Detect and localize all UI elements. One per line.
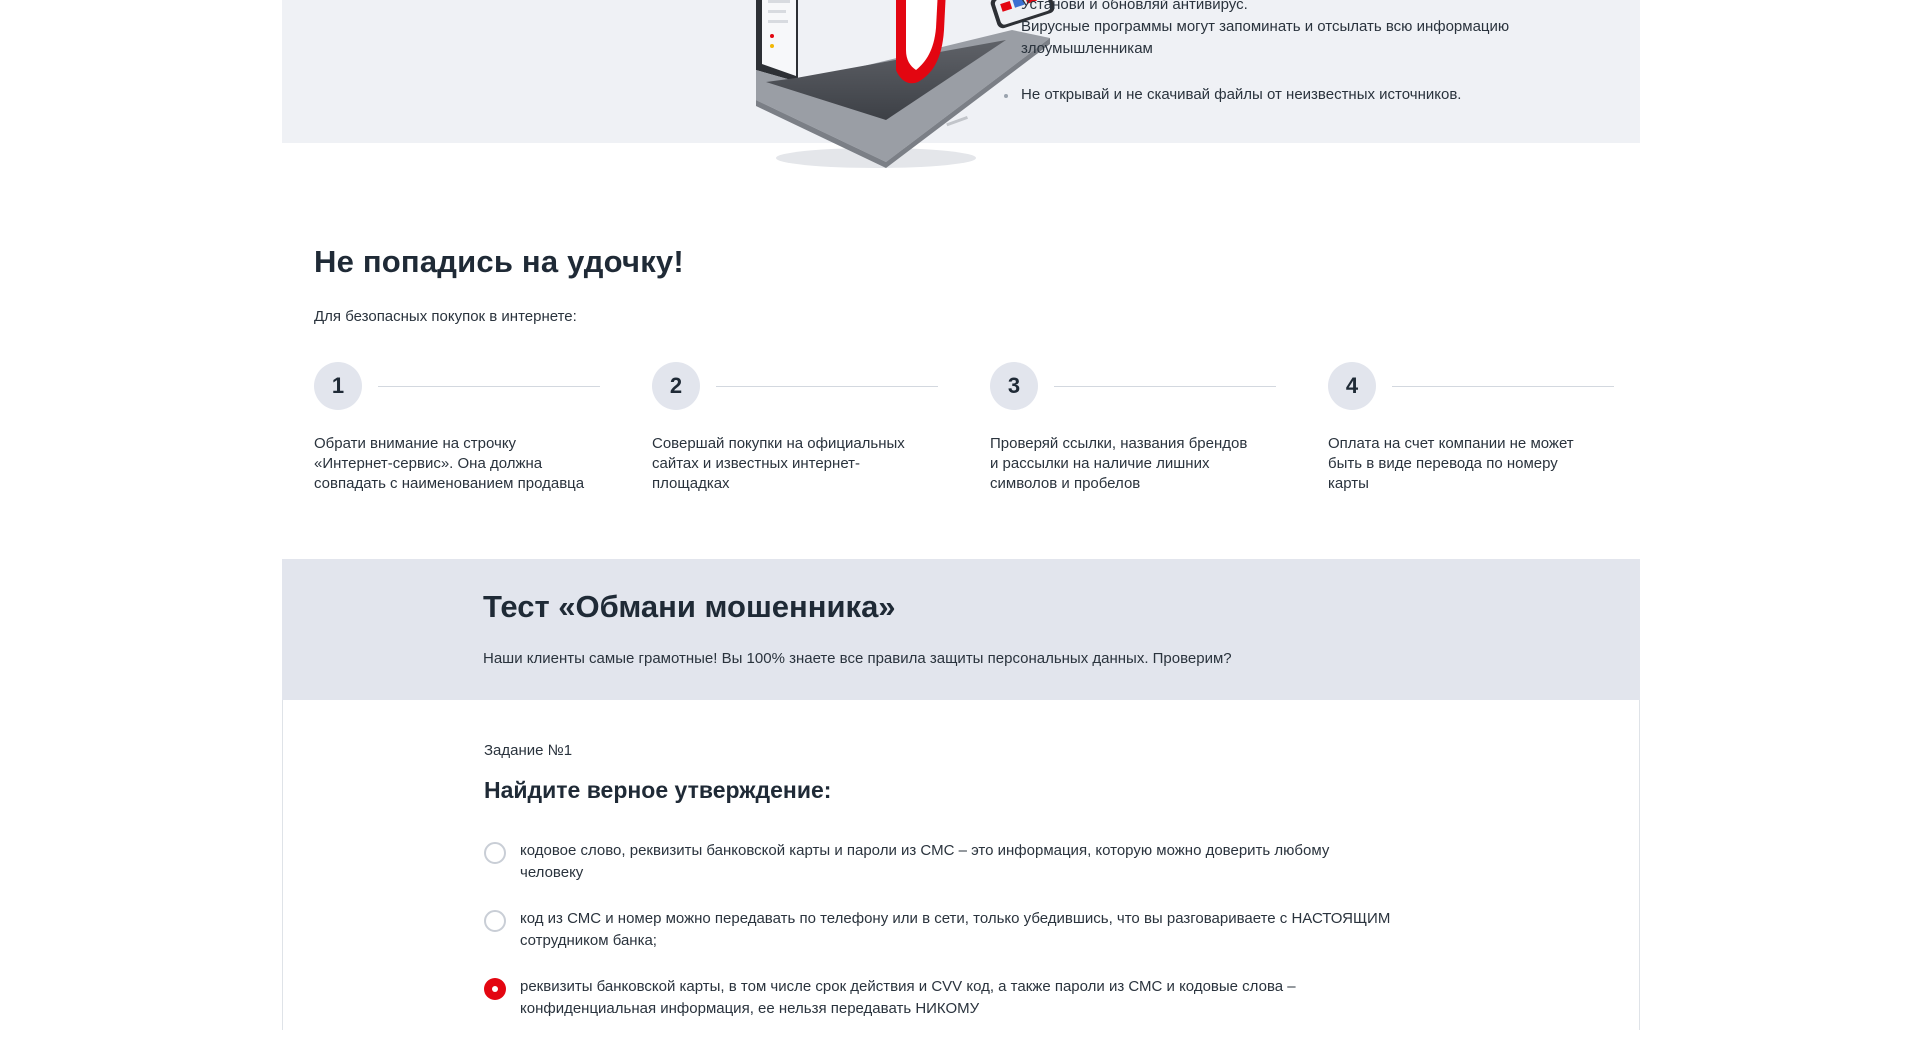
question-title: Найдите верное утверждение:	[484, 777, 832, 803]
step-text-line: и рассылки на наличие лишних	[990, 455, 1210, 472]
step-text-line: быть в виде перевода по номеру	[1328, 455, 1558, 472]
antivirus-tips-list: Установи и обновляй антивирус. Вирусные …	[1004, 0, 1564, 130]
step-text-line: «Интернет-сервис». Она должна	[314, 455, 543, 472]
step-text-line: карты	[1328, 475, 1369, 492]
tip-line: Не открывай и не скачивай файлы от неизв…	[1021, 86, 1462, 103]
task-label: Задание №1	[484, 742, 573, 759]
test-title: Тест «Обмани мошенника»	[483, 589, 896, 624]
answer-option-line: кодовое слово, реквизиты банковской карт…	[520, 842, 1330, 859]
step-divider	[378, 386, 600, 387]
answer-option[interactable]: кодовое слово, реквизиты банковской карт…	[484, 840, 1464, 884]
step-text: Обрати внимание на строчку «Интернет-сер…	[314, 434, 604, 494]
step-text-line: Оплата на счет компании не может	[1328, 435, 1574, 452]
step-item: 3 Проверяй ссылки, названия брендов и ра…	[990, 362, 1280, 494]
radio-button-selected[interactable]	[484, 978, 506, 1000]
tip-item: Не открывай и не скачивай файлы от неизв…	[1004, 84, 1564, 106]
step-number-badge: 2	[652, 362, 700, 410]
section-lead: Для безопасных покупок в интернете:	[314, 308, 577, 325]
tip-line: Установи и обновляй антивирус.	[1021, 0, 1248, 13]
step-text: Проверяй ссылки, названия брендов и расс…	[990, 434, 1280, 494]
step-text: Совершай покупки на официальных сайтах и…	[652, 434, 942, 494]
step-text-line: Обрати внимание на строчку	[314, 435, 517, 452]
step-item: 4 Оплата на счет компании не может быть …	[1328, 362, 1618, 494]
test-header: Тест «Обмани мошенника» Наши клиенты сам…	[282, 559, 1640, 700]
radio-button[interactable]	[484, 910, 506, 932]
step-text-line: Совершай покупки на официальных	[652, 435, 905, 452]
step-text-line: символов и пробелов	[990, 475, 1141, 492]
answer-option-line: реквизиты банковской карты, в том числе …	[520, 978, 1296, 995]
step-number-badge: 4	[1328, 362, 1376, 410]
step-text-line: Проверяй ссылки, названия брендов	[990, 435, 1248, 452]
answer-option-line: человеку	[520, 864, 584, 881]
step-item: 2 Совершай покупки на официальных сайтах…	[652, 362, 942, 494]
answer-option[interactable]: код из СМС и номер можно передавать по т…	[484, 908, 1464, 952]
section-title: Не попадись на удочку!	[314, 244, 684, 279]
tip-line: злоумышленникам	[1021, 40, 1153, 57]
steps-list: 1 Обрати внимание на строчку «Интернет-с…	[314, 362, 1614, 502]
radio-button[interactable]	[484, 842, 506, 864]
test-card: Задание №1 Найдите верное утверждение: к…	[282, 700, 1640, 1030]
answer-option[interactable]: реквизиты банковской карты, в том числе …	[484, 976, 1464, 1020]
step-text-line: площадках	[652, 475, 730, 492]
tip-line: Вирусные программы могут запоминать и от…	[1021, 18, 1510, 35]
step-number-badge: 3	[990, 362, 1038, 410]
test-subtitle: Наши клиенты самые грамотные! Вы 100% зн…	[483, 650, 1232, 667]
step-text: Оплата на счет компании не может быть в …	[1328, 434, 1618, 494]
tip-item: Установи и обновляй антивирус. Вирусные …	[1004, 0, 1564, 60]
answer-option-line: сотрудником банка;	[520, 932, 657, 949]
answer-option-line: код из СМС и номер можно передавать по т…	[520, 910, 1391, 927]
step-text-line: сайтах и известных интернет-	[652, 455, 861, 472]
step-divider	[1054, 386, 1276, 387]
step-divider	[716, 386, 938, 387]
antivirus-section: Установи и обновляй антивирус. Вирусные …	[282, 0, 1640, 168]
phishing-section: Не попадись на удочку! Для безопасных по…	[282, 230, 1640, 530]
step-number-badge: 1	[314, 362, 362, 410]
answer-options: кодовое слово, реквизиты банковской карт…	[484, 840, 1464, 1044]
answer-option-line: конфиденциальная информация, ее нельзя п…	[520, 1000, 980, 1017]
step-item: 1 Обрати внимание на строчку «Интернет-с…	[314, 362, 604, 494]
step-text-line: совпадать с наименованием продавца	[314, 475, 585, 492]
step-divider	[1392, 386, 1614, 387]
